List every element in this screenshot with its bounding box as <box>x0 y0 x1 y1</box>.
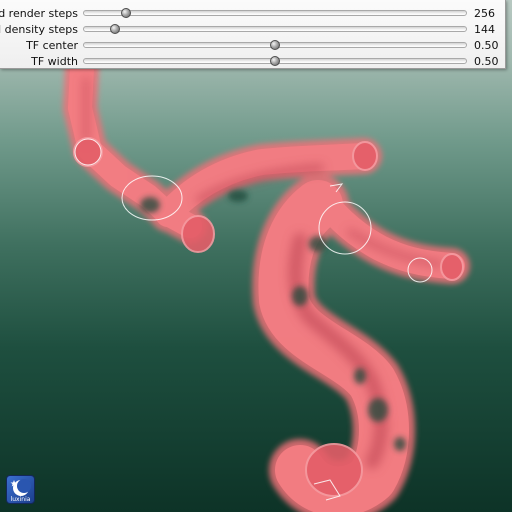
blood-vessel <box>63 51 470 512</box>
render-steps-label: 3d render steps <box>0 7 78 20</box>
render-steps-value: 256 <box>474 7 495 20</box>
tf-center-slider-thumb[interactable] <box>270 40 280 50</box>
logo-text: luxinia <box>11 496 31 503</box>
render-steps-slider[interactable] <box>83 8 467 18</box>
tf-center-label: TF center <box>26 39 78 52</box>
tf-center-slider[interactable] <box>83 40 467 50</box>
tf-width-slider[interactable] <box>83 56 467 66</box>
render-steps-slider-thumb[interactable] <box>121 8 132 18</box>
volume-render-canvas <box>63 51 470 512</box>
tf-width-value: 0.50 <box>474 55 499 68</box>
slider-row-tf-center: TF center 0.50 <box>0 38 505 54</box>
tf-center-value: 0.50 <box>474 39 499 52</box>
density-steps-slider[interactable] <box>83 24 467 34</box>
tf-width-slider-thumb[interactable] <box>270 56 280 66</box>
control-panel: 3d render steps 256 d density steps 144 … <box>0 0 506 69</box>
slider-row-render-steps: 3d render steps 256 <box>0 6 505 22</box>
density-steps-value: 144 <box>474 23 495 36</box>
render-viewport[interactable]: 3d render steps 256 d density steps 144 … <box>0 0 512 512</box>
tf-width-label: TF width <box>31 55 78 68</box>
moon-star-icon: luxinia <box>10 479 31 503</box>
density-steps-label: d density steps <box>0 23 78 36</box>
slider-row-density-steps: d density steps 144 <box>0 22 505 38</box>
moon-star-logo: luxinia <box>6 475 35 504</box>
slider-row-tf-width: TF width 0.50 <box>0 54 505 70</box>
density-steps-slider-thumb[interactable] <box>109 24 120 34</box>
